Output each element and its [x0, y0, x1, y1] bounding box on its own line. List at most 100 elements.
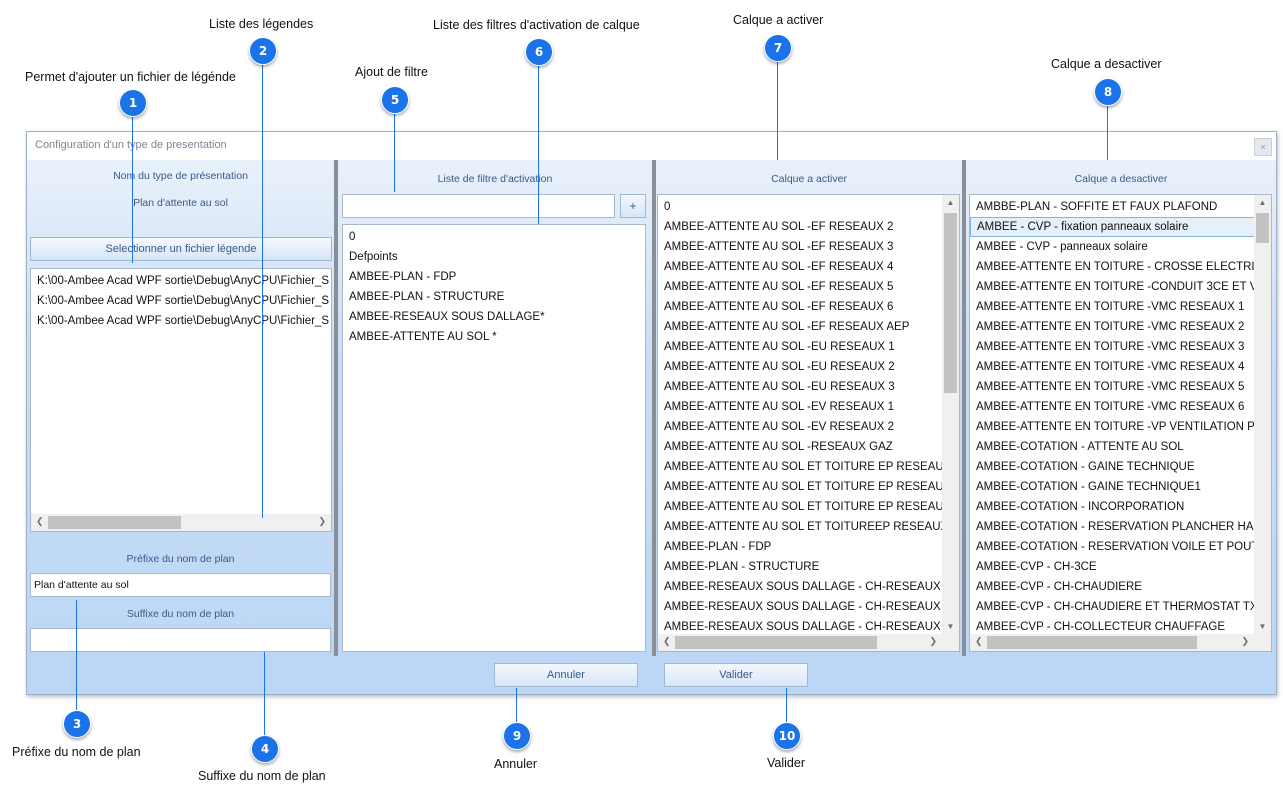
annotation-line-4 — [264, 652, 265, 736]
list-item[interactable]: AMBEE-ATTENTE EN TOITURE -VMC RESEAUX 1 — [970, 297, 1271, 317]
list-item[interactable]: AMBEE-ATTENTE EN TOITURE - CROSSE ELECTR… — [970, 257, 1271, 277]
list-item[interactable]: AMBEE-PLAN - STRUCTURE — [658, 557, 959, 577]
annotation-label-5: Ajout de filtre — [355, 65, 428, 79]
left-panel: Nom du type de présentation Plan d'atten… — [27, 160, 334, 656]
list-item[interactable]: AMBEE-ATTENTE AU SOL ET TOITURE EP RESEA… — [658, 477, 959, 497]
close-button[interactable]: × — [1254, 138, 1272, 156]
annotation-line-1 — [132, 115, 133, 263]
annotation-badge-8: 8 — [1094, 78, 1122, 106]
scroll-right-icon[interactable]: ❯ — [929, 636, 937, 647]
add-filter-button[interactable]: + — [620, 194, 646, 218]
prefix-input[interactable]: Plan d'attente au sol — [30, 573, 331, 597]
list-item[interactable]: AMBEE-ATTENTE AU SOL -EF RESEAUX 5 — [658, 277, 959, 297]
list-item[interactable]: K:\00-Ambee Acad WPF sortie\Debug\AnyCPU… — [31, 291, 331, 311]
list-item[interactable]: AMBEE-RESEAUX SOUS DALLAGE - CH-RESEAUX … — [658, 597, 959, 617]
list-item[interactable]: AMBEE-ATTENTE EN TOITURE -VMC RESEAUX 5 — [970, 377, 1271, 397]
validate-button[interactable]: Valider — [664, 663, 808, 687]
scroll-corner — [942, 634, 959, 651]
activate-list-vscroll[interactable]: ▲ ▼ — [942, 195, 959, 634]
window-titlebar: Configuration d'un type de presentation … — [27, 132, 1276, 161]
list-item[interactable]: AMBEE-ATTENTE AU SOL -EU RESEAUX 3 — [658, 377, 959, 397]
list-item[interactable]: AMBEE-COTATION - ATTENTE AU SOL — [970, 437, 1271, 457]
annotation-badge-1: 1 — [119, 89, 147, 117]
list-item[interactable]: K:\00-Ambee Acad WPF sortie\Debug\AnyCPU… — [31, 311, 331, 331]
list-item[interactable]: AMBEE-ATTENTE EN TOITURE -VP VENTILATION… — [970, 417, 1271, 437]
hscroll-thumb[interactable] — [48, 516, 181, 529]
annotation-line-5 — [394, 112, 395, 192]
list-item[interactable]: AMBEE-ATTENTE AU SOL ET TOITURE EP RESEA… — [658, 497, 959, 517]
scroll-right-icon[interactable]: ❯ — [318, 516, 326, 527]
vscroll-thumb[interactable] — [944, 213, 957, 393]
list-item[interactable]: AMBEE-ATTENTE AU SOL -EV RESEAUX 1 — [658, 397, 959, 417]
list-item[interactable]: AMBEE-RESEAUX SOUS DALLAGE* — [343, 307, 645, 327]
list-item[interactable]: AMBEE - CVP - fixation panneaux solaire — [970, 217, 1271, 237]
list-item[interactable]: AMBEE-ATTENTE AU SOL -EU RESEAUX 2 — [658, 357, 959, 377]
scroll-up-icon[interactable]: ▲ — [942, 198, 959, 207]
annotation-badge-3: 3 — [63, 710, 91, 738]
filter-input[interactable] — [342, 194, 615, 218]
list-item[interactable]: AMBEE-ATTENTE EN TOITURE -VMC RESEAUX 4 — [970, 357, 1271, 377]
list-item[interactable]: AMBEE-COTATION - GAINE TECHNIQUE — [970, 457, 1271, 477]
select-legend-file-button[interactable]: Selectionner un fichier légende — [30, 237, 332, 261]
list-item[interactable]: AMBEE-COTATION - GAINE TECHNIQUE1 — [970, 477, 1271, 497]
list-item[interactable]: AMBEE-ATTENTE EN TOITURE -VMC RESEAUX 2 — [970, 317, 1271, 337]
list-item[interactable]: AMBEE-ATTENTE AU SOL * — [343, 327, 645, 347]
scroll-left-icon[interactable]: ❮ — [663, 636, 671, 647]
list-item[interactable]: AMBEE-COTATION - RESERVATION PLANCHER HA… — [970, 517, 1271, 537]
list-item[interactable]: AMBEE-ATTENTE AU SOL -EF RESEAUX 6 — [658, 297, 959, 317]
list-item[interactable]: AMBEE-ATTENTE AU SOL -EF RESEAUX AEP — [658, 317, 959, 337]
scroll-left-icon[interactable]: ❮ — [36, 516, 44, 527]
cancel-button[interactable]: Annuler — [494, 663, 638, 687]
hscroll-thumb[interactable] — [675, 636, 877, 649]
suffix-label: Suffixe du nom de plan — [126, 608, 235, 620]
list-item[interactable]: AMBEE-ATTENTE AU SOL -EU RESEAUX 1 — [658, 337, 959, 357]
activate-layer-list[interactable]: 0 AMBEE-ATTENTE AU SOL -EF RESEAUX 2 AMBEE… — [657, 194, 960, 652]
list-item[interactable]: Defpoints — [343, 247, 645, 267]
annotation-line-2 — [262, 63, 263, 518]
list-item[interactable]: AMBEE-ATTENTE AU SOL ET TOITUREEP RESEAU… — [658, 517, 959, 537]
scroll-down-icon[interactable]: ▼ — [942, 622, 959, 631]
list-item[interactable]: AMBEE-ATTENTE AU SOL -EF RESEAUX 2 — [658, 217, 959, 237]
scroll-up-icon[interactable]: ▲ — [1254, 198, 1271, 207]
list-item[interactable]: AMBEE-ATTENTE EN TOITURE -VMC RESEAUX 6 — [970, 397, 1271, 417]
filter-panel: Liste de filtre d'activation + 0 Defpoint… — [338, 160, 652, 656]
legend-file-list[interactable]: K:\00-Ambee Acad WPF sortie\Debug\AnyCPU… — [30, 268, 332, 532]
list-item[interactable]: AMBEE-ATTENTE AU SOL -EF RESEAUX 4 — [658, 257, 959, 277]
list-item[interactable]: AMBEE-ATTENTE AU SOL -EF RESEAUX 3 — [658, 237, 959, 257]
list-item[interactable]: AMBEE-RESEAUX SOUS DALLAGE - CH-RESEAUX … — [658, 577, 959, 597]
list-item[interactable]: AMBEE-CVP - CH-CHAUDIERE ET THERMOSTAT T… — [970, 597, 1271, 617]
list-item[interactable]: AMBBE-PLAN - SOFFITE ET FAUX PLAFOND — [970, 197, 1271, 217]
list-item[interactable]: AMBEE - CVP - panneaux solaire — [970, 237, 1271, 257]
list-item[interactable]: 0 — [658, 197, 959, 217]
list-item[interactable]: AMBEE-CVP - CH-CHAUDIERE — [970, 577, 1271, 597]
presentation-type-value: Plan d'attente au sol — [133, 197, 228, 209]
hscroll-thumb[interactable] — [987, 636, 1197, 649]
deactivate-list-hscroll[interactable]: ❮ ❯ — [970, 634, 1254, 651]
filter-list[interactable]: 0 Defpoints AMBEE-PLAN - FDP AMBEE-PLAN - S… — [342, 224, 646, 652]
list-item[interactable]: AMBEE-ATTENTE EN TOITURE -VMC RESEAUX 3 — [970, 337, 1271, 357]
scroll-down-icon[interactable]: ▼ — [1254, 622, 1271, 631]
list-item[interactable]: AMBEE-COTATION - INCORPORATION — [970, 497, 1271, 517]
list-item[interactable]: AMBEE-CVP - CH-3CE — [970, 557, 1271, 577]
list-item[interactable]: AMBEE-PLAN - STRUCTURE — [343, 287, 645, 307]
scroll-right-icon[interactable]: ❯ — [1241, 636, 1249, 647]
list-item[interactable]: AMBEE-ATTENTE AU SOL ET TOITURE EP RESEA… — [658, 457, 959, 477]
legend-list-hscroll[interactable]: ❮ ❯ — [31, 514, 331, 531]
annotation-badge-9: 9 — [503, 722, 531, 750]
deactivate-layer-list[interactable]: AMBBE-PLAN - SOFFITE ET FAUX PLAFOND AMBE… — [969, 194, 1272, 652]
activate-list-hscroll[interactable]: ❮ ❯ — [658, 634, 942, 651]
list-item[interactable]: AMBEE-COTATION - RESERVATION VOILE ET PO… — [970, 537, 1271, 557]
deactivate-list-vscroll[interactable]: ▲ ▼ — [1254, 195, 1271, 634]
list-item[interactable]: AMBEE-ATTENTE EN TOITURE -CONDUIT 3CE ET… — [970, 277, 1271, 297]
list-item[interactable]: AMBEE-ATTENTE AU SOL -RESEAUX GAZ — [658, 437, 959, 457]
prefix-label: Préfixe du nom de plan — [126, 553, 235, 565]
list-item[interactable]: AMBEE-PLAN - FDP — [343, 267, 645, 287]
list-item[interactable]: AMBEE-PLAN - FDP — [658, 537, 959, 557]
list-item[interactable]: AMBEE-ATTENTE AU SOL -EV RESEAUX 2 — [658, 417, 959, 437]
annotation-badge-5: 5 — [381, 86, 409, 114]
list-item[interactable]: K:\00-Ambee Acad WPF sortie\Debug\AnyCPU… — [31, 271, 331, 291]
vscroll-thumb[interactable] — [1256, 213, 1269, 243]
scroll-left-icon[interactable]: ❮ — [975, 636, 983, 647]
list-item[interactable]: 0 — [343, 227, 645, 247]
presentation-config-window: Configuration d'un type de presentation … — [26, 131, 1277, 695]
